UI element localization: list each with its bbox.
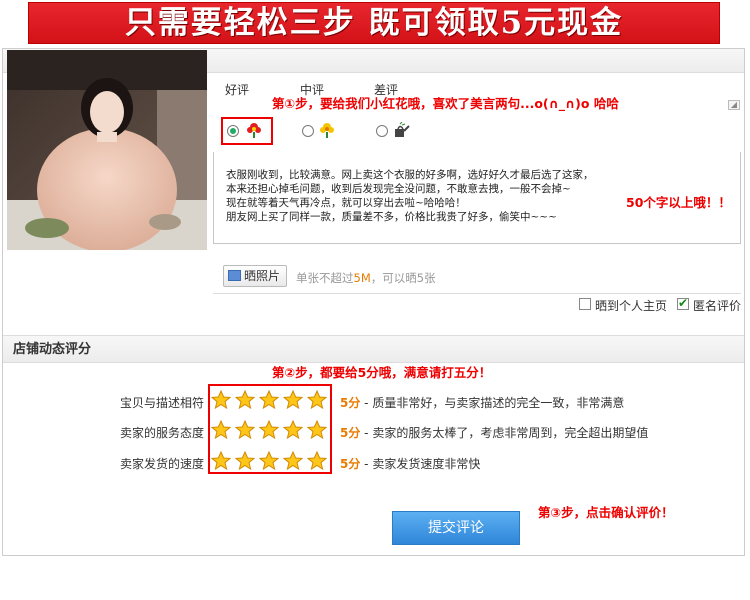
star-icon[interactable] <box>259 451 279 471</box>
bad-rating-radio[interactable] <box>376 125 388 137</box>
star-icon[interactable] <box>259 420 279 440</box>
rating-score-shipping: 5分 - 卖家发货速度非常快 <box>340 455 480 472</box>
product-image <box>7 50 207 250</box>
rating-label-shipping: 卖家发货的速度 <box>119 457 204 471</box>
star-icon[interactable] <box>211 420 231 440</box>
divider <box>213 293 741 294</box>
submit-review-button[interactable]: 提交评论 <box>392 511 520 545</box>
step2-note: 第②步，都要给5分哦，满意请打五分！ <box>272 365 492 380</box>
column-good: 好评 <box>225 83 250 97</box>
star-icon[interactable] <box>235 390 255 410</box>
star-icon[interactable] <box>283 390 303 410</box>
score-value: 5分 <box>340 426 361 440</box>
score-desc: - 卖家发货速度非常快 <box>360 457 481 471</box>
photo-hint: 单张不超过5M，可以晒5张 <box>296 270 436 286</box>
neutral-rating-radio[interactable] <box>302 125 314 137</box>
share-to-homepage-checkbox[interactable] <box>579 298 591 310</box>
rating-label-service: 卖家的服务态度 <box>119 426 204 440</box>
shop-rating-title: 店铺动态评分 <box>3 335 744 363</box>
rating-score-service: 5分 - 卖家的服务太棒了，考虑非常周到，完全超出期望值 <box>340 424 648 441</box>
picture-icon <box>228 270 241 281</box>
upload-photo-button[interactable]: 晒照片 <box>223 265 287 287</box>
red-flower-icon[interactable] <box>245 122 263 138</box>
review-line: 本来还担心掉毛问题，收到后发现完全没问题，不敢意去拽，一般不会掉~ <box>226 183 571 195</box>
step3-note: 第③步，点击确认评价！ <box>538 505 674 520</box>
star-icon[interactable] <box>259 390 279 410</box>
anonymous-review-checkbox[interactable] <box>677 296 689 310</box>
star-icon[interactable] <box>307 451 327 471</box>
length-note: 50个字以上哦！！ <box>626 195 731 210</box>
photo-hint-size: 5M <box>353 271 371 285</box>
rating-label-description: 宝贝与描述相符 <box>119 396 204 410</box>
review-line: 衣服刚收到，比较满意。网上卖这个衣服的好多啊，选好好久才最后选了这家， <box>226 169 594 181</box>
upload-photo-label: 晒照片 <box>244 269 281 283</box>
anonymous-review-label: 匿名评价 <box>693 299 742 313</box>
score-value: 5分 <box>340 457 361 471</box>
review-line: 朋友网上买了同样一款，质量差不多，价格比我贵了好多，偷笑中~~~ <box>226 211 557 223</box>
star-icon[interactable] <box>211 451 231 471</box>
star-icon[interactable] <box>235 451 255 471</box>
rating-score-description: 5分 - 质量非常好，与卖家描述的完全一致，非常满意 <box>340 394 624 411</box>
star-icon[interactable] <box>235 420 255 440</box>
photo-hint-suffix: ，可以晒5张 <box>370 271 436 285</box>
step1-note: 第①步，要给我们小红花哦，喜欢了美言两句...o(∩_∩)o 哈哈 <box>272 96 619 111</box>
score-value: 5分 <box>340 396 361 410</box>
score-desc: - 卖家的服务太棒了，考虑非常周到，完全超出期望值 <box>360 426 649 440</box>
watering-can-icon[interactable] <box>392 122 410 138</box>
star-icon[interactable] <box>307 390 327 410</box>
share-to-homepage-label: 晒到个人主页 <box>595 299 668 313</box>
review-line: 现在就等着天气再冷点，就可以穿出去啦~哈哈哈！ <box>226 197 466 209</box>
good-rating-radio[interactable] <box>227 125 239 137</box>
star-icon[interactable] <box>307 420 327 440</box>
resize-handle-icon[interactable]: ◢ <box>728 100 740 110</box>
review-content: 衣服刚收到，比较满意。网上卖这个衣服的好多啊，选好好久才最后选了这家， 本来还担… <box>226 168 626 224</box>
star-icon[interactable] <box>211 390 231 410</box>
photo-hint-prefix: 单张不超过 <box>296 271 354 285</box>
promo-banner: 只需要轻松三步 既可领取5元现金 <box>28 2 720 44</box>
yellow-flower-icon[interactable] <box>318 122 336 138</box>
score-desc: - 质量非常好，与卖家描述的完全一致，非常满意 <box>360 396 625 410</box>
star-icon[interactable] <box>283 451 303 471</box>
star-icon[interactable] <box>283 420 303 440</box>
